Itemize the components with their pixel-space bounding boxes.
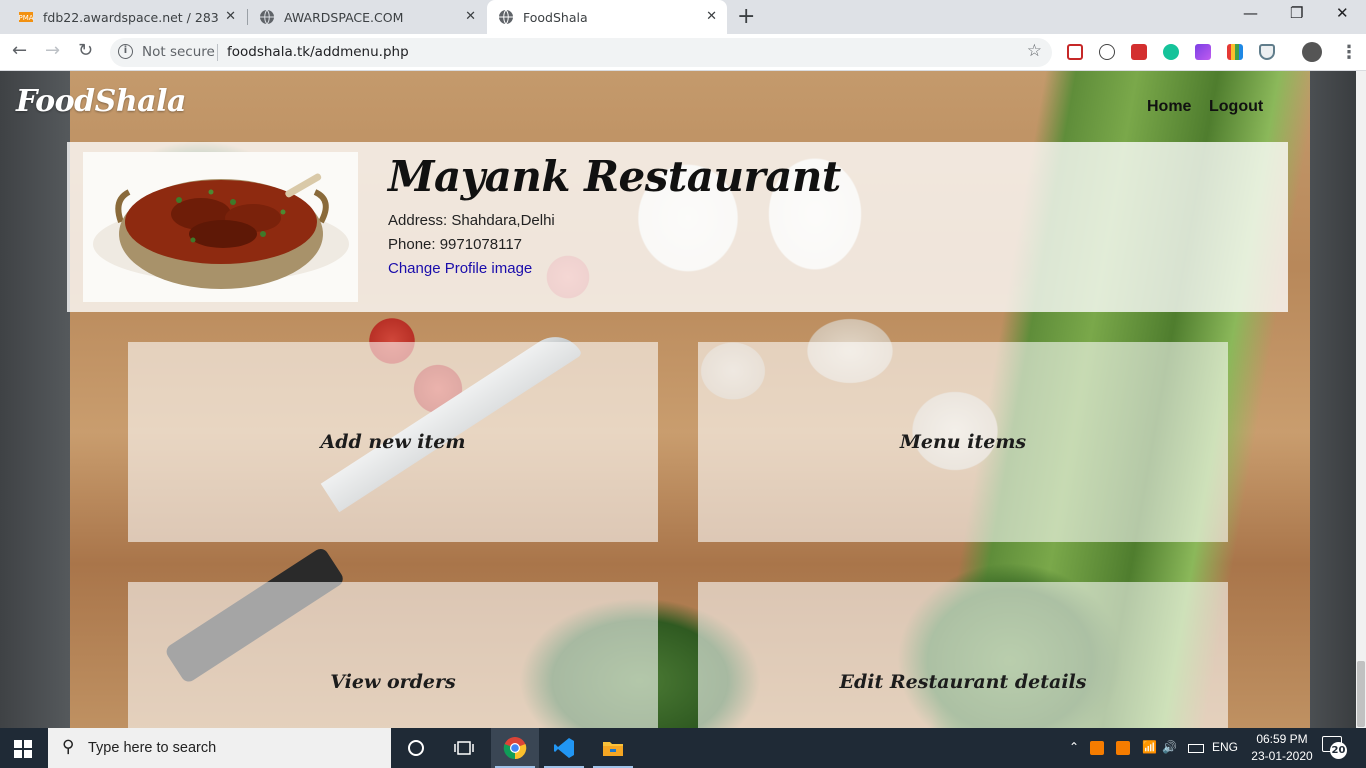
nav-home-link[interactable]: Home	[1147, 98, 1191, 116]
nav-logout-link[interactable]: Logout	[1209, 98, 1263, 116]
grammarly-extension-icon[interactable]	[1163, 44, 1179, 60]
color-extension-icon[interactable]	[1227, 44, 1243, 60]
background-counter-right	[1310, 71, 1356, 728]
file-explorer-taskbar-icon[interactable]	[589, 728, 637, 768]
card-label: Edit Restaurant details	[839, 671, 1087, 693]
tab-foodshala[interactable]: FoodShala ✕	[487, 0, 727, 34]
close-icon[interactable]: ✕	[225, 9, 236, 24]
new-tab-button[interactable]: +	[737, 4, 755, 29]
pen-extension-icon[interactable]	[1195, 44, 1211, 60]
restaurant-profile-image	[83, 152, 358, 302]
vscode-taskbar-icon[interactable]	[540, 728, 588, 768]
wifi-icon[interactable]: 📶	[1142, 740, 1157, 754]
search-icon: ⚲	[62, 737, 75, 757]
menu-items-card[interactable]: Menu items	[698, 342, 1228, 542]
scrollbar-thumb[interactable]	[1357, 661, 1365, 727]
windows-start-icon[interactable]	[14, 740, 32, 758]
extension-icon[interactable]	[1099, 44, 1115, 60]
svg-text:PMA: PMA	[18, 14, 33, 22]
address-bar[interactable]: i Not secure foodshala.tk/addmenu.php ☆	[110, 38, 1052, 67]
phpmyadmin-icon: PMA	[18, 12, 34, 22]
search-placeholder[interactable]: Type here to search	[88, 740, 216, 756]
chrome-taskbar-icon[interactable]	[491, 728, 539, 768]
background-counter-left	[0, 71, 70, 728]
youtube-extension-icon[interactable]	[1131, 44, 1147, 60]
volume-icon[interactable]: 🔊	[1162, 740, 1177, 754]
page-viewport: FoodShala Home Logout Mayank Restaurant …	[0, 71, 1356, 728]
view-orders-card[interactable]: View orders	[128, 582, 658, 728]
restaurant-name: Mayank Restaurant	[388, 152, 841, 201]
xampp-tray-icon[interactable]	[1090, 741, 1104, 755]
tab-awardspace-db[interactable]: PMA fdb22.awardspace.net / 2839313 ✕	[0, 0, 246, 34]
task-view-icon[interactable]	[440, 728, 488, 768]
info-icon[interactable]: i	[118, 44, 133, 59]
restore-icon[interactable]: ❐	[1290, 4, 1303, 22]
show-hidden-icons-chevron[interactable]: ⌃	[1069, 740, 1079, 754]
clock-date: 23-01-2020	[1251, 749, 1313, 763]
tab-title: FoodShala	[523, 9, 588, 25]
curry-bowl-image	[83, 152, 358, 302]
close-icon[interactable]: ✕	[465, 9, 476, 24]
window-close-icon[interactable]: ✕	[1336, 4, 1349, 22]
edit-restaurant-details-card[interactable]: Edit Restaurant details	[698, 582, 1228, 728]
site-logo[interactable]: FoodShala	[16, 84, 186, 119]
forward-arrow-icon[interactable]: →	[45, 40, 60, 61]
battery-icon[interactable]	[1188, 744, 1204, 753]
browser-tab-strip: PMA fdb22.awardspace.net / 2839313 ✕ AWA…	[0, 0, 1366, 34]
action-center-icon[interactable]: 20	[1322, 736, 1348, 760]
tab-awardspace[interactable]: AWARDSPACE.COM ✕	[248, 0, 486, 34]
close-icon[interactable]: ✕	[706, 9, 717, 24]
clock-time: 06:59 PM	[1256, 732, 1308, 746]
restaurant-address: Address: Shahdara,Delhi	[388, 212, 555, 229]
restaurant-phone: Phone: 9971078117	[388, 236, 523, 253]
language-indicator[interactable]: ENG	[1212, 740, 1238, 754]
taskbar-search-box[interactable]: ⚲ Type here to search	[48, 728, 391, 768]
change-profile-image-link[interactable]: Change Profile image	[388, 260, 532, 277]
xampp-tray-icon-2[interactable]	[1116, 741, 1130, 755]
browser-toolbar: ← → ↻ i Not secure foodshala.tk/addmenu.…	[0, 34, 1366, 71]
notification-count: 20	[1330, 742, 1347, 759]
minimize-icon[interactable]: —	[1243, 4, 1258, 22]
reload-icon[interactable]: ↻	[78, 40, 93, 61]
bookmark-star-icon[interactable]: ☆	[1027, 41, 1042, 61]
profile-avatar[interactable]	[1302, 42, 1322, 62]
tab-title: fdb22.awardspace.net / 2839313	[43, 9, 218, 25]
card-label: Add new item	[320, 431, 466, 453]
globe-icon	[499, 9, 513, 25]
page-scrollbar[interactable]	[1356, 71, 1366, 728]
pocket-extension-icon[interactable]	[1067, 44, 1083, 60]
url-text[interactable]: foodshala.tk/addmenu.php	[227, 44, 409, 60]
card-label: View orders	[330, 671, 456, 693]
back-arrow-icon[interactable]: ←	[12, 40, 27, 61]
tab-title: AWARDSPACE.COM	[284, 9, 404, 25]
cortana-icon[interactable]	[392, 728, 440, 768]
omnibox-divider	[217, 44, 218, 61]
globe-icon	[260, 9, 274, 25]
taskbar-clock[interactable]: 06:59 PM 23-01-2020	[1247, 731, 1317, 765]
add-new-item-card[interactable]: Add new item	[128, 342, 658, 542]
security-label[interactable]: Not secure	[142, 44, 215, 60]
card-label: Menu items	[899, 431, 1027, 453]
shield-extension-icon[interactable]	[1259, 44, 1275, 60]
windows-taskbar: ⚲ Type here to search ⌃ 📶 🔊 ENG 06:59 PM…	[0, 728, 1366, 768]
more-menu-icon[interactable]: ⋮	[1340, 42, 1358, 63]
restaurant-profile-panel: Mayank Restaurant Address: Shahdara,Delh…	[67, 142, 1288, 312]
